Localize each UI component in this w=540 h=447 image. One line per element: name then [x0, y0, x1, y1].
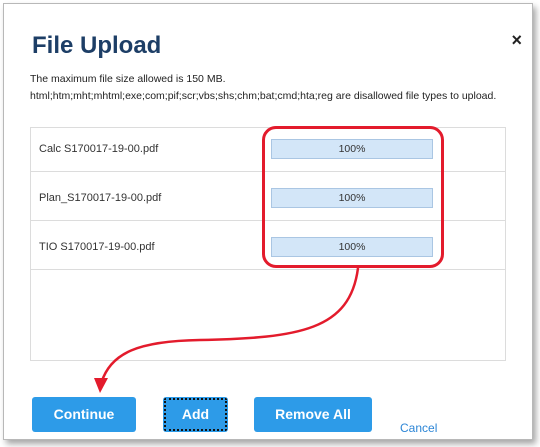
file-name: TIO S170017-19-00.pdf: [39, 241, 155, 253]
remove-all-button[interactable]: Remove All: [254, 397, 372, 432]
file-name: Calc S170017-19-00.pdf: [39, 143, 159, 155]
annotation-highlight-box: [262, 126, 444, 268]
disallowed-types-text: html;htm;mht;mhtml;exe;com;pif;scr;vbs;s…: [30, 90, 497, 102]
add-button[interactable]: Add: [163, 397, 228, 432]
close-icon[interactable]: ×: [511, 30, 522, 51]
file-name: Plan_S170017-19-00.pdf: [39, 192, 162, 204]
upload-info: The maximum file size allowed is 150 MB.…: [30, 71, 525, 105]
continue-button[interactable]: Continue: [32, 397, 136, 432]
dialog-title: File Upload: [32, 32, 162, 59]
cancel-link[interactable]: Cancel: [400, 421, 437, 435]
max-size-text: The maximum file size allowed is 150 MB.: [30, 73, 226, 85]
